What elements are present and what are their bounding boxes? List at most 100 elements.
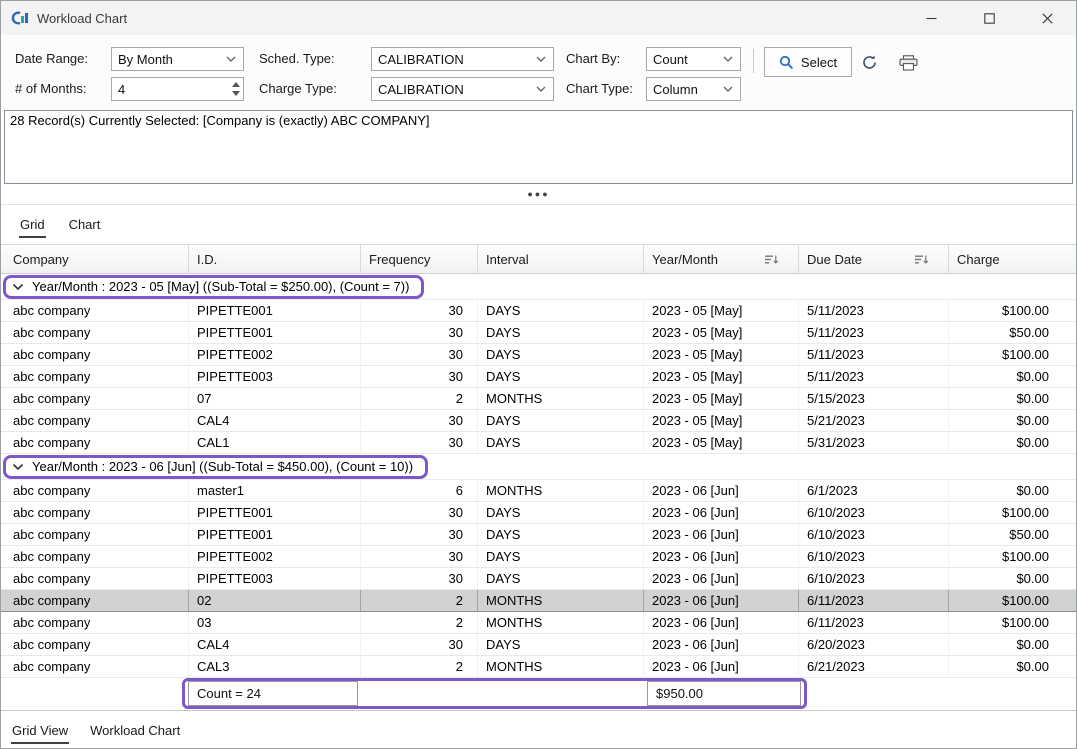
cell-due-date: 5/21/2023	[799, 410, 949, 432]
date-range-select[interactable]: By Month	[111, 47, 244, 71]
grid-body: Year/Month : 2023 - 05 [May] ((Sub-Total…	[1, 274, 1076, 678]
table-row[interactable]: abc companyPIPETTE00130DAYS2023 - 05 [Ma…	[1, 300, 1076, 322]
cell-frequency: 2	[361, 612, 478, 634]
column-header-interval[interactable]: Interval	[478, 245, 644, 273]
group-row[interactable]: Year/Month : 2023 - 06 [Jun] ((Sub-Total…	[1, 454, 1076, 480]
footer-total-label: $950.00	[656, 686, 703, 701]
maximize-button[interactable]	[960, 1, 1018, 35]
table-row[interactable]: abc companyPIPETTE00330DAYS2023 - 06 [Ju…	[1, 568, 1076, 590]
cell-interval: MONTHS	[478, 656, 644, 678]
table-row[interactable]: abc companyCAL430DAYS2023 - 06 [Jun]6/20…	[1, 634, 1076, 656]
cell-id: PIPETTE001	[189, 300, 361, 322]
cell-year-month: 2023 - 06 [Jun]	[644, 590, 799, 612]
cell-company: abc company	[1, 546, 189, 568]
table-row[interactable]: abc companyPIPETTE00130DAYS2023 - 05 [Ma…	[1, 322, 1076, 344]
minimize-button[interactable]	[902, 1, 960, 35]
spin-up-button[interactable]	[232, 82, 240, 87]
cell-interval: MONTHS	[478, 388, 644, 410]
cell-due-date: 5/11/2023	[799, 366, 949, 388]
column-header-frequency[interactable]: Frequency	[361, 245, 478, 273]
table-row[interactable]: abc company022MONTHS2023 - 06 [Jun]6/11/…	[1, 590, 1076, 612]
table-row[interactable]: abc company032MONTHS2023 - 06 [Jun]6/11/…	[1, 612, 1076, 634]
select-button[interactable]: Select	[764, 47, 852, 77]
footer-count-box: Count = 24	[188, 681, 358, 706]
print-button[interactable]	[899, 55, 918, 71]
column-header-id[interactable]: I.D.	[189, 245, 361, 273]
tab-workload-chart[interactable]: Workload Chart	[89, 723, 181, 738]
selection-summary[interactable]: 28 Record(s) Currently Selected: [Compan…	[4, 110, 1073, 184]
sched-type-select[interactable]: CALIBRATION	[371, 47, 554, 71]
table-row[interactable]: abc companyPIPETTE00230DAYS2023 - 06 [Ju…	[1, 546, 1076, 568]
table-row[interactable]: abc companyCAL430DAYS2023 - 05 [May]5/21…	[1, 410, 1076, 432]
table-row[interactable]: abc companymaster16MONTHS2023 - 06 [Jun]…	[1, 480, 1076, 502]
spin-down-button[interactable]	[232, 91, 240, 96]
select-button-label: Select	[801, 55, 837, 70]
cell-id: PIPETTE003	[189, 568, 361, 590]
chevron-down-icon	[723, 86, 733, 92]
cell-id: PIPETTE002	[189, 344, 361, 366]
charge-type-select[interactable]: CALIBRATION	[371, 77, 554, 101]
refresh-button[interactable]	[861, 54, 878, 71]
cell-frequency: 2	[361, 590, 478, 612]
column-header-label: Charge	[957, 252, 1000, 267]
chart-type-value: Column	[653, 82, 698, 97]
charge-type-label: Charge Type:	[259, 77, 337, 101]
table-row[interactable]: abc companyPIPETTE00130DAYS2023 - 06 [Ju…	[1, 502, 1076, 524]
cell-id: CAL3	[189, 656, 361, 678]
cell-id: PIPETTE001	[189, 322, 361, 344]
table-row[interactable]: abc companyPIPETTE00330DAYS2023 - 05 [Ma…	[1, 366, 1076, 388]
cell-interval: DAYS	[478, 502, 644, 524]
splitter: ●●●	[1, 184, 1076, 204]
chart-type-select[interactable]: Column	[646, 77, 741, 101]
splitter-handle[interactable]: ●●●	[527, 190, 549, 199]
tab-grid-view-label: Grid View	[11, 723, 69, 744]
chart-type-label: Chart Type:	[566, 77, 633, 101]
cell-year-month: 2023 - 06 [Jun]	[644, 612, 799, 634]
column-header-company[interactable]: Company	[1, 245, 189, 273]
cell-charge: $100.00	[949, 612, 1077, 634]
app-icon	[11, 10, 29, 26]
table-row[interactable]: abc companyCAL32MONTHS2023 - 06 [Jun]6/2…	[1, 656, 1076, 678]
table-row[interactable]: abc companyCAL130DAYS2023 - 05 [May]5/31…	[1, 432, 1076, 454]
column-header-label: Company	[13, 252, 69, 267]
cell-year-month: 2023 - 05 [May]	[644, 300, 799, 322]
minimize-icon	[926, 13, 937, 24]
tab-chart[interactable]: Chart	[68, 217, 102, 232]
toolbar: Date Range: By Month Sched. Type: CALIBR…	[1, 35, 1076, 110]
cell-due-date: 6/11/2023	[799, 590, 949, 612]
column-header-label: Interval	[486, 252, 529, 267]
cell-id: CAL4	[189, 634, 361, 656]
grid-footer: Count = 24 $950.00	[1, 678, 1076, 710]
date-range-value: By Month	[118, 52, 173, 67]
column-header-label: Frequency	[369, 252, 430, 267]
cell-frequency: 30	[361, 366, 478, 388]
cell-id: CAL4	[189, 410, 361, 432]
chevron-down-icon[interactable]	[12, 283, 24, 291]
column-header-year-month[interactable]: Year/Month	[644, 245, 799, 273]
cell-charge: $0.00	[949, 366, 1077, 388]
cell-year-month: 2023 - 06 [Jun]	[644, 568, 799, 590]
table-row[interactable]: abc company072MONTHS2023 - 05 [May]5/15/…	[1, 388, 1076, 410]
column-header-due-date[interactable]: Due Date	[799, 245, 949, 273]
close-button[interactable]	[1018, 1, 1076, 35]
chart-by-select[interactable]: Count	[646, 47, 741, 71]
window-title: Workload Chart	[37, 11, 127, 26]
tab-grid-view[interactable]: Grid View	[11, 723, 69, 738]
cell-frequency: 2	[361, 388, 478, 410]
cell-charge: $0.00	[949, 656, 1077, 678]
cell-interval: DAYS	[478, 366, 644, 388]
chevron-down-icon	[723, 56, 733, 62]
cell-company: abc company	[1, 366, 189, 388]
footer-total-box: $950.00	[647, 681, 801, 706]
table-row[interactable]: abc companyPIPETTE00230DAYS2023 - 05 [Ma…	[1, 344, 1076, 366]
group-row[interactable]: Year/Month : 2023 - 05 [May] ((Sub-Total…	[1, 274, 1076, 300]
sched-type-label: Sched. Type:	[259, 47, 335, 71]
tab-grid[interactable]: Grid	[19, 217, 46, 232]
column-header-charge[interactable]: Charge	[949, 245, 1077, 273]
table-row[interactable]: abc companyPIPETTE00130DAYS2023 - 06 [Ju…	[1, 524, 1076, 546]
cell-charge: $0.00	[949, 480, 1077, 502]
sort-icon	[915, 254, 928, 265]
num-months-spinner[interactable]: 4	[111, 77, 244, 101]
cell-id: PIPETTE001	[189, 502, 361, 524]
chevron-down-icon[interactable]	[12, 463, 24, 471]
